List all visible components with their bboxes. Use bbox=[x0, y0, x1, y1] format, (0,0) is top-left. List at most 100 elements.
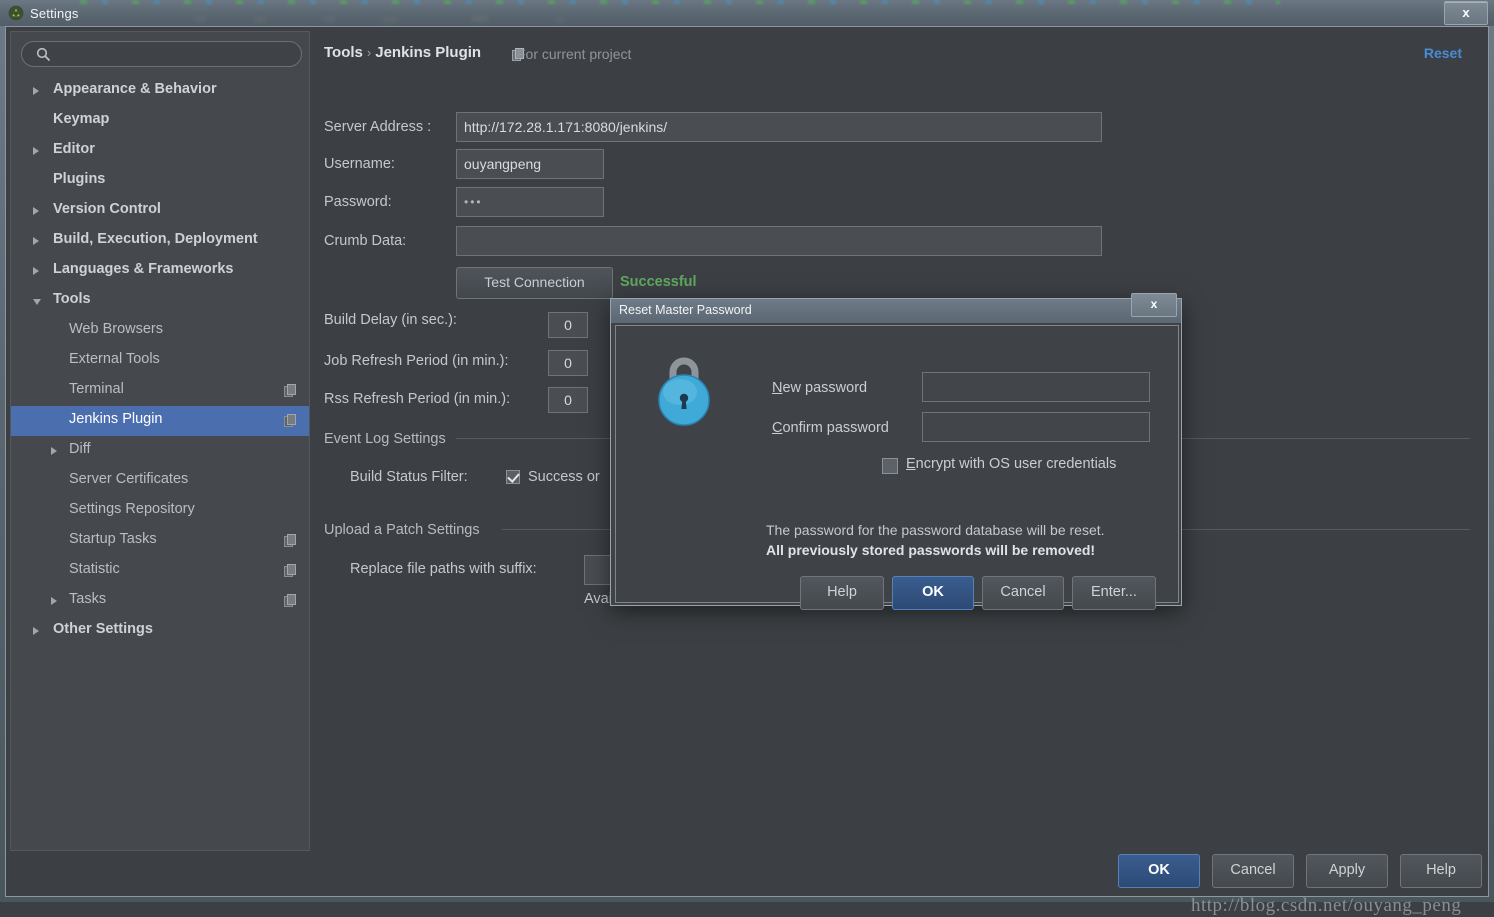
crumb-data-input[interactable] bbox=[456, 226, 1102, 256]
breadcrumb-leaf: Jenkins Plugin bbox=[375, 44, 482, 61]
sidebar-item-label: Languages & Frameworks bbox=[53, 261, 234, 277]
password-input[interactable]: ••• bbox=[456, 187, 604, 217]
ok-button[interactable]: OK bbox=[1118, 854, 1200, 888]
chevron-right-icon[interactable] bbox=[33, 147, 39, 155]
encrypt-mnemonic: E bbox=[906, 456, 916, 472]
modal-help-button[interactable]: Help bbox=[800, 576, 884, 610]
sidebar-item-label: Tasks bbox=[69, 591, 107, 607]
apply-button[interactable]: Apply bbox=[1306, 854, 1388, 888]
sidebar-item-label: Build, Execution, Deployment bbox=[53, 231, 258, 247]
window-title-bar: Settings x bbox=[0, 0, 1494, 26]
confirm-password-label-rest: onfirm password bbox=[782, 420, 889, 436]
rss-refresh-label: Rss Refresh Period (in min.): bbox=[324, 391, 511, 407]
confirm-password-input[interactable] bbox=[922, 412, 1150, 442]
username-input[interactable] bbox=[456, 149, 604, 179]
sidebar-item-external-tools[interactable]: External Tools bbox=[11, 346, 309, 376]
sidebar-item-web-browsers[interactable]: Web Browsers bbox=[11, 316, 309, 346]
sidebar-item-label: Appearance & Behavior bbox=[53, 81, 217, 97]
breadcrumb-root[interactable]: Tools bbox=[324, 44, 363, 61]
sidebar-item-label: Startup Tasks bbox=[69, 531, 157, 547]
sidebar-item-startup-tasks[interactable]: Startup Tasks bbox=[11, 526, 309, 556]
search-input[interactable] bbox=[60, 46, 294, 66]
reset-link[interactable]: Reset bbox=[1424, 45, 1462, 61]
crumb-data-label: Crumb Data: bbox=[324, 233, 407, 249]
modal-title: Reset Master Password bbox=[619, 303, 752, 317]
job-refresh-label: Job Refresh Period (in min.): bbox=[324, 353, 509, 369]
upload-patch-section-title: Upload a Patch Settings bbox=[324, 522, 480, 538]
reset-master-password-dialog: Reset Master Password x New password Con… bbox=[610, 293, 1182, 610]
search-icon bbox=[36, 47, 50, 61]
build-status-filter-checkbox[interactable] bbox=[506, 470, 520, 484]
sidebar-item-label: Plugins bbox=[53, 171, 106, 187]
sidebar-item-languages-frameworks[interactable]: Languages & Frameworks bbox=[11, 256, 309, 286]
test-connection-status: Successful bbox=[620, 274, 697, 290]
modal-cancel-button[interactable]: Cancel bbox=[982, 576, 1064, 610]
sidebar-item-settings-repository[interactable]: Settings Repository bbox=[11, 496, 309, 526]
chevron-right-icon[interactable] bbox=[51, 597, 57, 605]
background-blur-strip bbox=[80, 0, 1280, 4]
settings-window: Settings x Appearance & Behavior Keymap Ed… bbox=[0, 0, 1494, 916]
new-password-input[interactable] bbox=[922, 372, 1150, 402]
sidebar-item-tools[interactable]: Tools bbox=[11, 286, 309, 316]
chevron-right-icon[interactable] bbox=[33, 207, 39, 215]
server-address-input[interactable] bbox=[456, 112, 1102, 142]
sidebar-item-other-settings[interactable]: Other Settings bbox=[11, 616, 309, 646]
new-password-label-rest: ew password bbox=[782, 380, 868, 396]
test-connection-button[interactable]: Test Connection bbox=[456, 267, 613, 299]
modal-enter-button[interactable]: Enter... bbox=[1072, 576, 1156, 610]
sidebar-item-diff[interactable]: Diff bbox=[11, 436, 309, 466]
chevron-right-icon[interactable] bbox=[33, 237, 39, 245]
build-delay-input[interactable]: 0 bbox=[548, 312, 588, 338]
modal-ok-button[interactable]: OK bbox=[892, 576, 974, 610]
build-status-filter-value: Success or bbox=[528, 469, 600, 485]
sidebar-item-keymap[interactable]: Keymap bbox=[11, 106, 309, 136]
sidebar-item-editor[interactable]: Editor bbox=[11, 136, 309, 166]
sidebar-item-label: Keymap bbox=[53, 111, 110, 127]
sidebar-item-jenkins-plugin[interactable]: Jenkins Plugin bbox=[11, 406, 309, 436]
window-title: Settings bbox=[30, 6, 79, 21]
sidebar-item-statistic[interactable]: Statistic bbox=[11, 556, 309, 586]
help-button[interactable]: Help bbox=[1400, 854, 1482, 888]
build-status-filter-label: Build Status Filter: bbox=[350, 469, 468, 485]
copy-scope-icon bbox=[284, 414, 296, 427]
sidebar-item-label: Other Settings bbox=[53, 621, 153, 637]
watermark: http://blog.csdn.net/ouyang_peng bbox=[1191, 895, 1462, 916]
copy-scope-icon bbox=[284, 594, 296, 607]
chevron-right-icon[interactable] bbox=[33, 87, 39, 95]
job-refresh-input[interactable]: 0 bbox=[548, 350, 588, 376]
rss-refresh-input[interactable]: 0 bbox=[548, 387, 588, 413]
sidebar-item-label: Editor bbox=[53, 141, 95, 157]
server-address-label: Server Address : bbox=[324, 119, 432, 135]
cancel-button[interactable]: Cancel bbox=[1212, 854, 1294, 888]
breadcrumb-separator: › bbox=[366, 45, 372, 60]
scope-label: For current project bbox=[517, 46, 632, 62]
encrypt-os-credentials-checkbox[interactable] bbox=[882, 458, 898, 474]
sidebar-item-server-certificates[interactable]: Server Certificates bbox=[11, 466, 309, 496]
modal-title-bar: Reset Master Password bbox=[611, 299, 1181, 323]
chevron-down-icon[interactable] bbox=[33, 299, 41, 305]
modal-message-line-1: The password for the password database w… bbox=[766, 522, 1105, 538]
sidebar-item-build-execution-deployment[interactable]: Build, Execution, Deployment bbox=[11, 226, 309, 256]
modal-content: New password Confirm password Encrypt wi… bbox=[615, 325, 1179, 610]
modal-message-line-2: All previously stored passwords will be … bbox=[766, 542, 1096, 558]
username-label: Username: bbox=[324, 156, 395, 172]
chevron-right-icon[interactable] bbox=[33, 627, 39, 635]
sidebar-item-label: Server Certificates bbox=[69, 471, 189, 487]
new-password-mnemonic: N bbox=[772, 380, 783, 396]
modal-close-button[interactable]: x bbox=[1131, 293, 1177, 317]
sidebar-item-label: External Tools bbox=[69, 351, 160, 367]
encrypt-label-rest: ncrypt with OS user credentials bbox=[915, 456, 1117, 472]
sidebar-item-plugins[interactable]: Plugins bbox=[11, 166, 309, 196]
password-label: Password: bbox=[324, 194, 392, 210]
sidebar-item-appearance-behavior[interactable]: Appearance & Behavior bbox=[11, 76, 309, 106]
available-label: Avai bbox=[584, 591, 612, 607]
chevron-right-icon[interactable] bbox=[33, 267, 39, 275]
search-box[interactable] bbox=[21, 41, 302, 67]
chevron-right-icon[interactable] bbox=[51, 447, 57, 455]
sidebar-item-tasks[interactable]: Tasks bbox=[11, 586, 309, 616]
copy-scope-icon bbox=[284, 564, 296, 577]
window-close-button[interactable]: x bbox=[1444, 1, 1488, 25]
sidebar-item-label: Statistic bbox=[69, 561, 120, 577]
sidebar-item-terminal[interactable]: Terminal bbox=[11, 376, 309, 406]
sidebar-item-version-control[interactable]: Version Control bbox=[11, 196, 309, 226]
